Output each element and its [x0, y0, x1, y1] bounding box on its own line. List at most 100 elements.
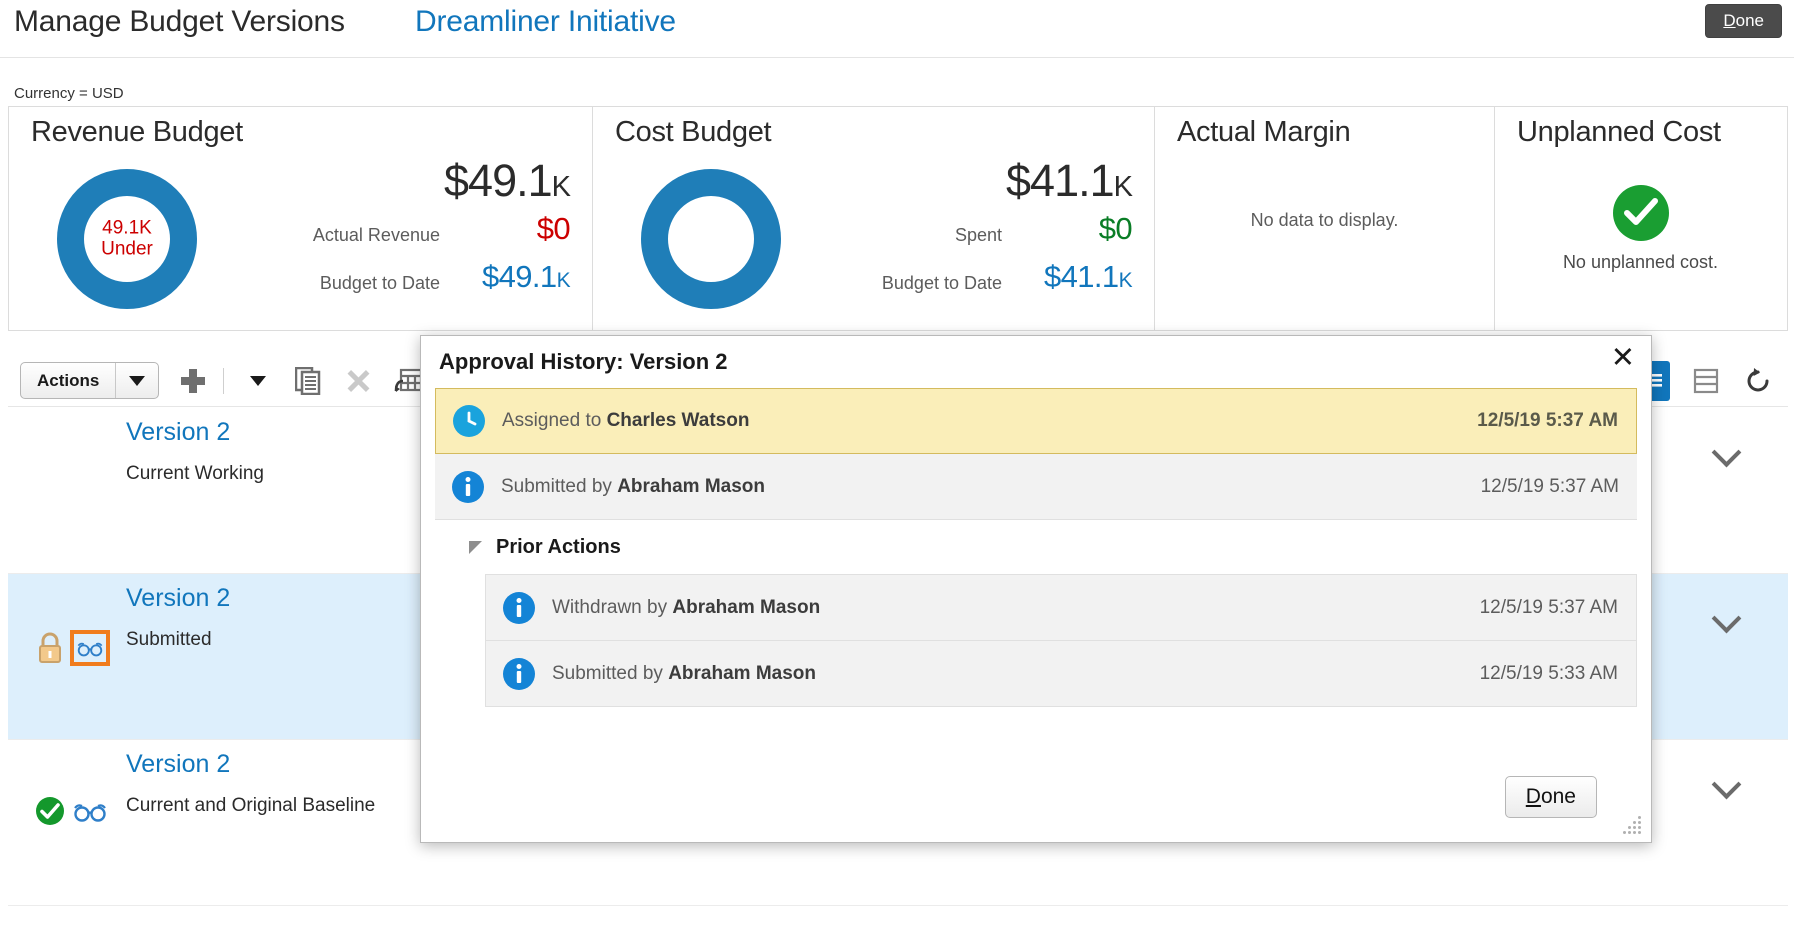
actions-dropdown-arrow[interactable] [115, 363, 158, 398]
history-person: Abraham Mason [672, 597, 820, 618]
history-action: Submitted by [552, 663, 663, 684]
value-actual-revenue: $0 [537, 211, 570, 247]
green-check-circle-icon [1613, 185, 1669, 241]
history-timestamp: 12/5/19 5:37 AM [1480, 597, 1618, 619]
page-title: Manage Budget Versions [14, 5, 345, 39]
info-icon-slot [486, 591, 552, 625]
dialog-title: Approval History: Version 2 [439, 349, 728, 375]
row-expand-chevron-icon[interactable] [1714, 772, 1740, 798]
approval-history-button[interactable] [70, 799, 110, 823]
cost-big-number: $41.1 [1006, 155, 1114, 206]
actions-button[interactable]: Actions [20, 362, 159, 399]
kpi-title-unplanned-cost: Unplanned Cost [1517, 116, 1721, 149]
kpi-card-unplanned-cost: Unplanned Cost No unplanned cost. [1495, 107, 1786, 330]
done-accesskey-letter: D [1723, 11, 1735, 30]
history-timestamp: 12/5/19 5:37 AM [1477, 410, 1618, 432]
approval-history-glasses-icon [76, 636, 104, 660]
unplanned-cost-message: No unplanned cost. [1495, 252, 1786, 273]
revenue-big-value: $49.1K [444, 155, 570, 207]
version-link[interactable]: Version 2 [126, 584, 230, 613]
label-budget-to-date-revenue: Budget to Date [320, 273, 440, 294]
dialog-resize-grip[interactable] [1623, 816, 1641, 834]
approval-history-dialog: Approval History: Version 2 ✕ Assigned t… [420, 335, 1652, 843]
delete-x-icon [346, 369, 370, 393]
dialog-footer: Done [421, 764, 1651, 842]
version-status: Submitted [126, 629, 230, 651]
green-check-circle-icon [35, 796, 65, 826]
project-name-link[interactable]: Dreamliner Initiative [415, 5, 676, 39]
actual-margin-empty-message: No data to display. [1155, 210, 1494, 231]
row-icons-3 [30, 796, 110, 826]
history-person: Abraham Mason [668, 663, 816, 684]
row-main-3: Version 2 Current and Original Baseline [126, 750, 375, 817]
prior-actions-toggle[interactable]: Prior Actions [435, 520, 1637, 574]
kpi-card-revenue-budget: Revenue Budget 49.1K Under $49.1K Actual… [9, 107, 593, 330]
history-person: Charles Watson [607, 410, 750, 431]
history-person: Abraham Mason [617, 476, 765, 497]
row-expand-chevron-icon[interactable] [1714, 606, 1740, 632]
revenue-big-suffix: K [552, 171, 570, 203]
prior-actions-list: Withdrawn by Abraham Mason 12/5/19 5:37 … [485, 574, 1637, 707]
version-status: Current and Original Baseline [126, 795, 375, 817]
label-budget-to-date-cost: Budget to Date [882, 273, 1002, 294]
kpi-title-cost: Cost Budget [615, 116, 771, 149]
info-icon [502, 657, 536, 691]
actions-button-label: Actions [21, 371, 115, 391]
dialog-done-accesskey-letter: D [1526, 785, 1541, 808]
refresh-button[interactable] [1742, 365, 1774, 397]
history-entry: Withdrawn by Abraham Mason 12/5/19 5:37 … [486, 575, 1636, 641]
revenue-donut-label-line1: 49.1K [84, 218, 170, 239]
done-label-rest: one [1736, 11, 1764, 30]
value-btd-cost-number: $41.1 [1044, 259, 1119, 294]
chevron-down-icon [250, 376, 266, 386]
history-entry-text: Withdrawn by Abraham Mason [552, 597, 820, 619]
kpi-card-cost-budget: Cost Budget $41.1K Spent $0 Budget to Da… [593, 107, 1155, 330]
kpi-strip: Revenue Budget 49.1K Under $49.1K Actual… [8, 106, 1788, 331]
clock-icon-slot [436, 404, 502, 438]
detach-table-icon [394, 367, 422, 395]
approval-history-button[interactable] [70, 630, 110, 666]
view-grid-button[interactable] [1690, 365, 1722, 397]
dialog-done-label-rest: one [1541, 785, 1576, 808]
delete-button [342, 365, 374, 397]
history-entry: Submitted by Abraham Mason 12/5/19 5:37 … [435, 454, 1637, 520]
value-budget-to-date-cost: $41.1K [1044, 259, 1132, 295]
dialog-body: Assigned to Charles Watson 12/5/19 5:37 … [421, 388, 1651, 707]
chevron-down-icon [129, 376, 145, 386]
dialog-done-button[interactable]: Done [1505, 776, 1597, 818]
currency-note: Currency = USD [14, 85, 124, 102]
duplicate-button[interactable] [292, 365, 324, 397]
info-icon-slot [435, 470, 501, 504]
add-dropdown-button[interactable] [242, 365, 274, 397]
history-entry-current: Assigned to Charles Watson 12/5/19 5:37 … [435, 388, 1637, 454]
revenue-donut-chart: 49.1K Under [57, 169, 197, 309]
version-status: Current Working [126, 463, 264, 485]
disclosure-triangle-expanded-icon [469, 541, 482, 554]
duplicate-icon [295, 367, 321, 395]
dialog-header: Approval History: Version 2 ✕ [421, 336, 1651, 388]
row-expand-chevron-icon[interactable] [1714, 440, 1740, 466]
kpi-title-actual-margin: Actual Margin [1177, 116, 1350, 149]
cost-big-value: $41.1K [1006, 155, 1132, 207]
row-main-2: Version 2 Submitted [126, 584, 230, 651]
info-icon [451, 470, 485, 504]
version-link[interactable]: Version 2 [126, 750, 375, 779]
version-link[interactable]: Version 2 [126, 418, 264, 447]
view-grid-icon [1693, 368, 1719, 394]
revenue-donut-label-line2: Under [84, 239, 170, 260]
app-root: Manage Budget Versions Dreamliner Initia… [0, 0, 1794, 947]
done-button-top[interactable]: Done [1705, 4, 1782, 38]
value-btd-rev-number: $49.1 [482, 259, 557, 294]
cost-big-suffix: K [1114, 171, 1132, 203]
value-btd-cost-suffix: K [1119, 269, 1132, 292]
lock-icon-slot [30, 632, 70, 664]
history-entry: Submitted by Abraham Mason 12/5/19 5:33 … [486, 641, 1636, 707]
refresh-icon [1744, 367, 1772, 395]
add-button[interactable] [177, 365, 209, 397]
history-entry-text: Submitted by Abraham Mason [501, 476, 765, 498]
kpi-card-actual-margin: Actual Margin No data to display. [1155, 107, 1495, 330]
lock-icon [35, 632, 65, 664]
row-main-1: Version 2 Current Working [126, 418, 264, 485]
close-icon[interactable]: ✕ [1611, 344, 1635, 373]
clock-icon [452, 404, 486, 438]
